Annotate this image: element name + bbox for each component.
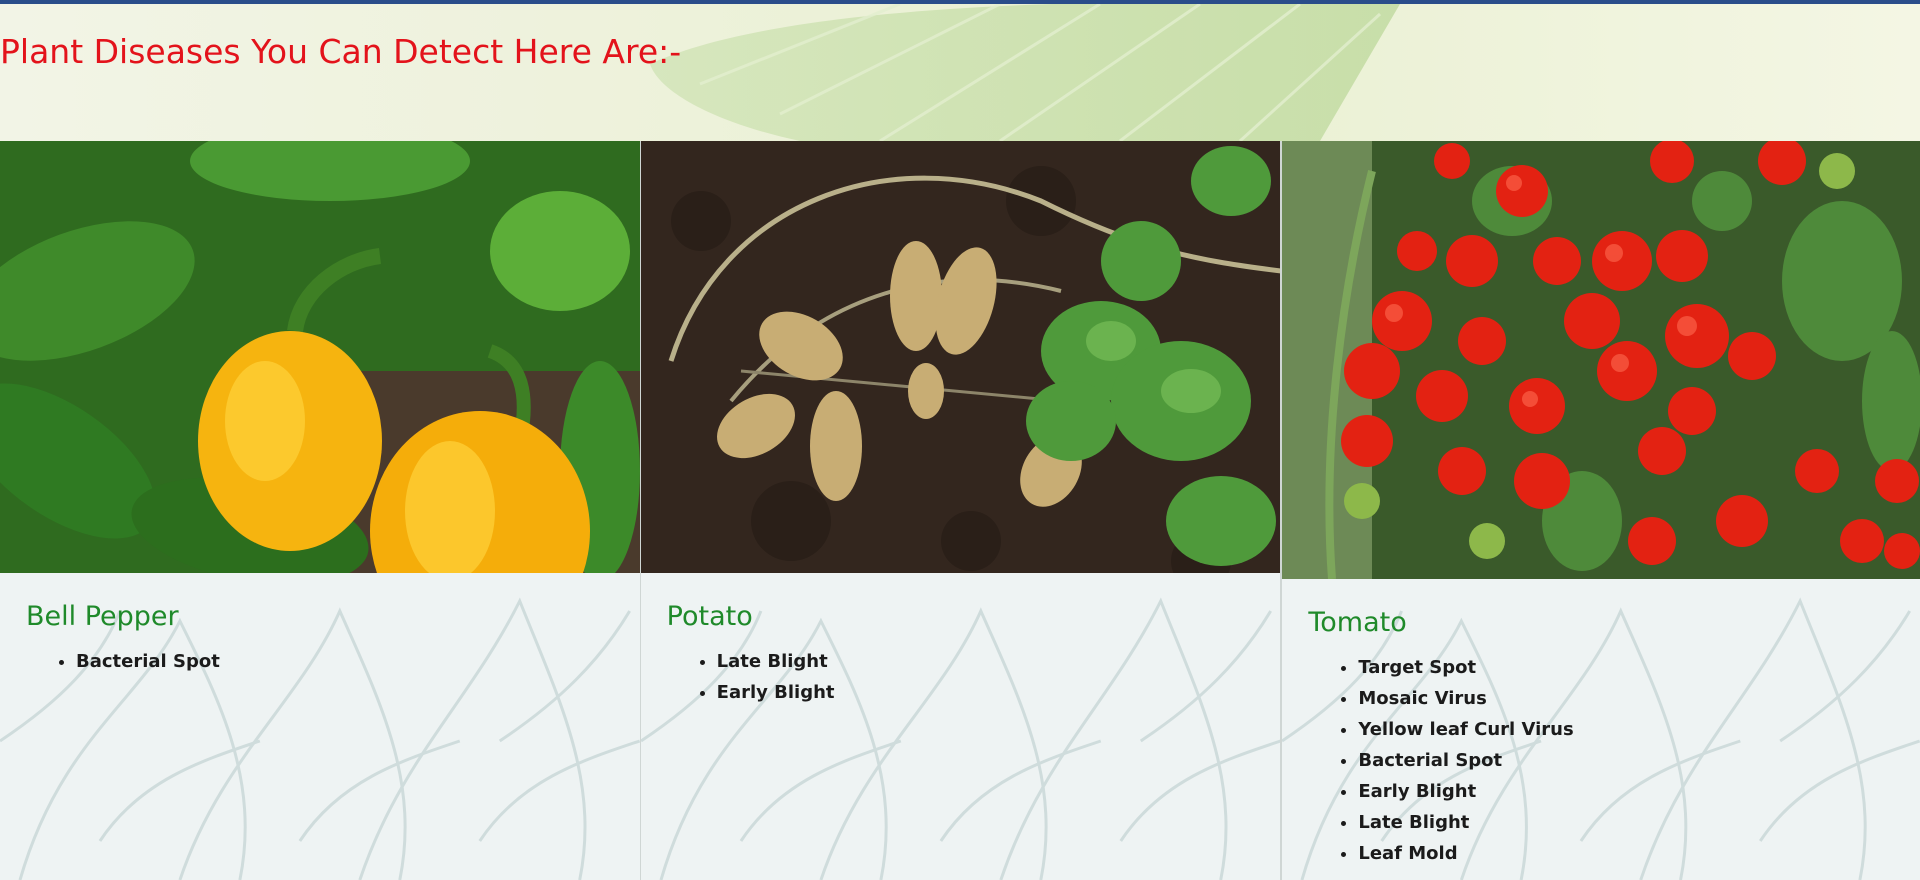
disease-item: Target Spot (1358, 652, 1900, 683)
potato-photo (640, 141, 1281, 573)
crop-card-body: Potato Late Blight Early Blight (667, 601, 1261, 708)
disease-list: Target Spot Mosaic Virus Yellow leaf Cur… (1308, 652, 1900, 869)
disease-item: Late Blight (1358, 807, 1900, 838)
disease-item: Leaf Mold (1358, 838, 1900, 869)
disease-item: Bacterial Spot (1358, 745, 1900, 776)
disease-item: Bacterial Spot (76, 646, 620, 677)
disease-item: Mosaic Virus (1358, 683, 1900, 714)
disease-item: Early Blight (717, 677, 1261, 708)
crop-name: Potato (666, 601, 753, 632)
crop-card-tomato: Tomato Target Spot Mosaic Virus Yellow l… (1281, 141, 1920, 880)
crop-cards: Bell Pepper Bacterial Spot (0, 141, 1920, 880)
disease-item: Yellow leaf Curl Virus (1358, 714, 1900, 745)
tomato-photo (1282, 141, 1920, 579)
page-title: Plant Diseases You Can Detect Here Are:- (0, 32, 682, 71)
disease-list: Bacterial Spot (26, 646, 620, 677)
crop-card-body: Tomato Target Spot Mosaic Virus Yellow l… (1308, 607, 1900, 869)
crop-card-bell-pepper: Bell Pepper Bacterial Spot (0, 141, 641, 880)
disease-item: Late Blight (717, 646, 1261, 677)
disease-item: Early Blight (1358, 776, 1900, 807)
bell-pepper-photo (0, 141, 640, 573)
crop-name: Bell Pepper (26, 601, 179, 632)
header-banner: Plant Diseases You Can Detect Here Are:- (0, 4, 1920, 141)
crop-name: Tomato (1308, 607, 1407, 638)
crop-card-potato: Potato Late Blight Early Blight (640, 141, 1282, 880)
crop-card-body: Bell Pepper Bacterial Spot (26, 601, 620, 677)
leaf-banner-graphic (650, 4, 1400, 141)
disease-list: Late Blight Early Blight (667, 646, 1261, 708)
